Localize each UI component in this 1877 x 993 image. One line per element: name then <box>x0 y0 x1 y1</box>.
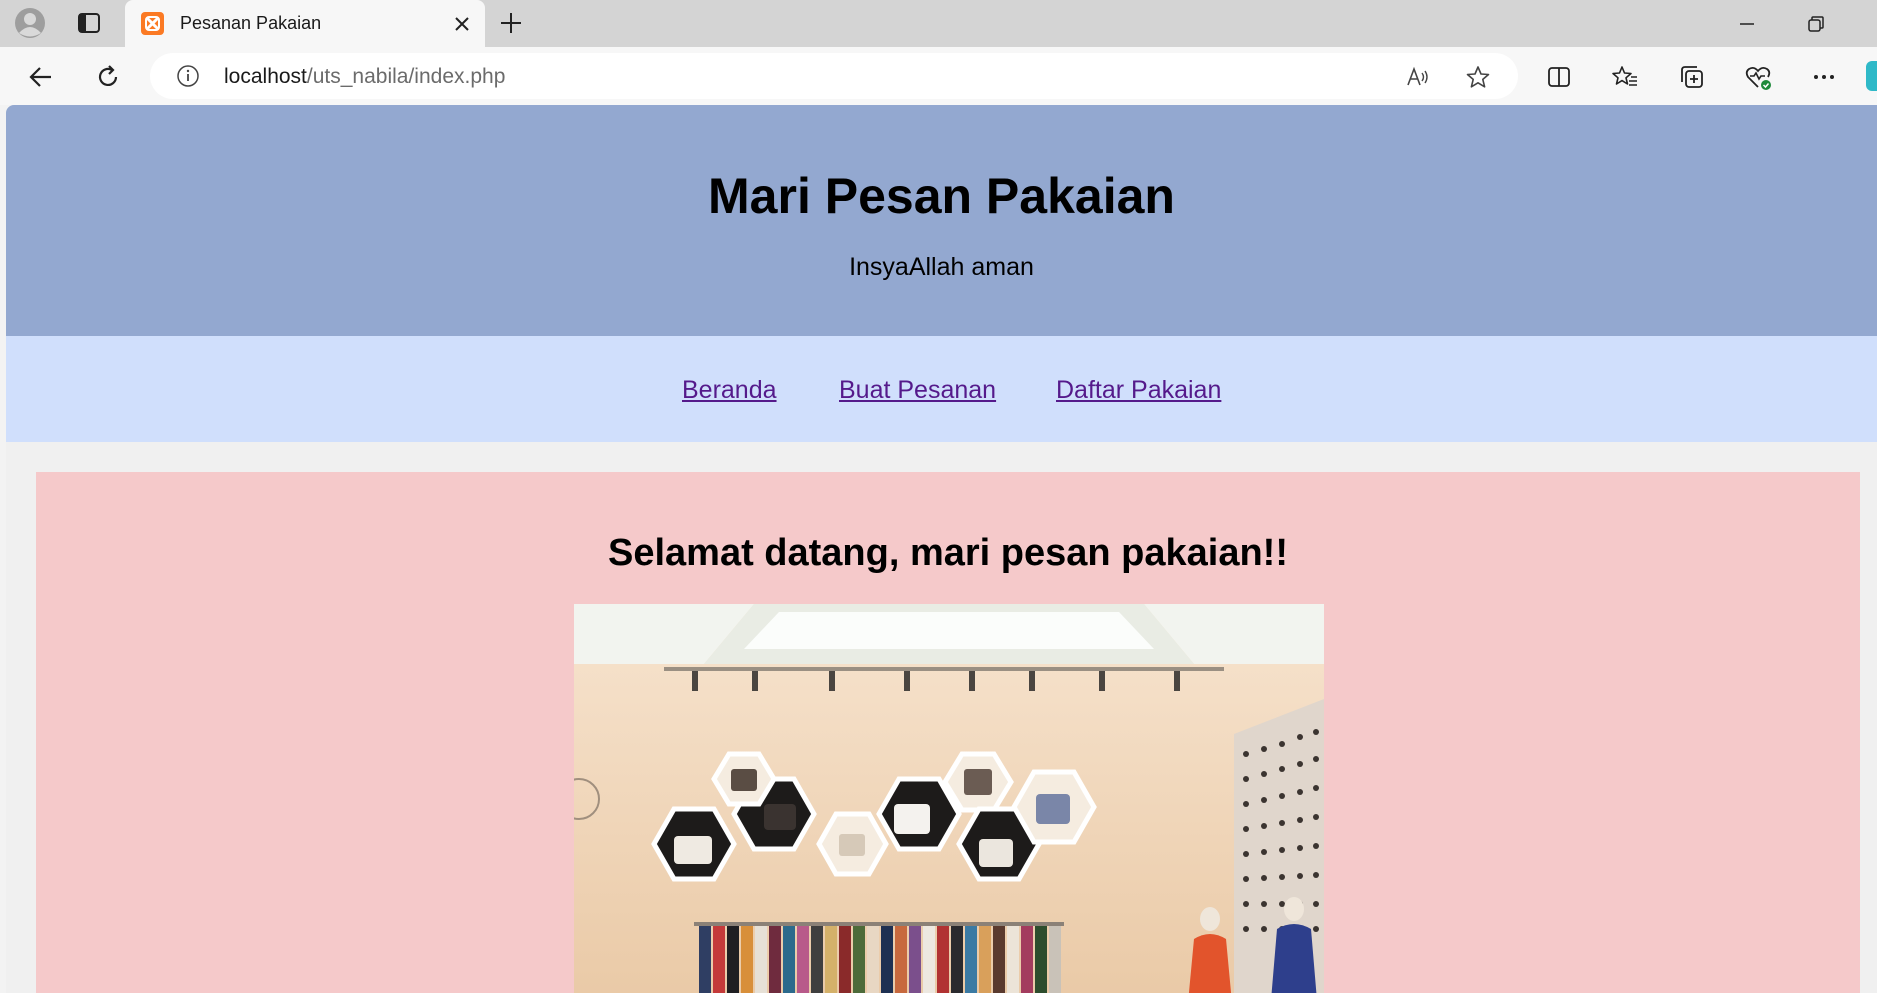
url-path: /uts_nabila/index.php <box>306 65 506 88</box>
favorite-icon[interactable] <box>1465 64 1491 90</box>
address-bar[interactable]: localhost/uts_nabila/index.php <box>150 53 1518 99</box>
profile-icon[interactable] <box>14 7 46 39</box>
page-viewport: Mari Pesan Pakaian InsyaAllah aman Beran… <box>6 105 1877 993</box>
read-aloud-icon[interactable] <box>1405 64 1431 90</box>
nav-link-daftar-pakaian[interactable]: Daftar Pakaian <box>1056 376 1221 405</box>
url-text: localhost/uts_nabila/index.php <box>224 65 505 89</box>
split-screen-icon[interactable] <box>1545 63 1573 91</box>
copilot-icon[interactable] <box>1866 61 1877 91</box>
close-icon[interactable] <box>451 13 473 35</box>
info-icon[interactable] <box>176 64 200 88</box>
store-photo <box>574 604 1324 993</box>
nav-link-buat-pesanan[interactable]: Buat Pesanan <box>839 376 996 405</box>
refresh-icon[interactable] <box>94 63 122 91</box>
more-icon[interactable] <box>1810 63 1838 91</box>
url-host: localhost <box>224 65 307 88</box>
browser-toolbar: localhost/uts_nabila/index.php <box>0 47 1877 105</box>
welcome-heading: Selamat datang, mari pesan pakaian!! <box>607 532 1288 574</box>
tab-title: Pesanan Pakaian <box>180 13 322 33</box>
browser-essentials-icon[interactable] <box>1744 63 1772 91</box>
main-content: Selamat datang, mari pesan pakaian!! <box>36 472 1860 993</box>
collections-icon[interactable] <box>1678 63 1706 91</box>
favorites-icon[interactable] <box>1611 63 1639 91</box>
back-icon[interactable] <box>27 63 55 91</box>
tab-actions-icon[interactable] <box>76 10 102 36</box>
site-header: Mari Pesan Pakaian InsyaAllah aman <box>6 105 1877 336</box>
minimize-icon[interactable] <box>1735 12 1759 36</box>
xampp-favicon <box>141 12 164 35</box>
active-tab[interactable]: Pesanan Pakaian <box>125 0 485 48</box>
site-nav: Beranda Buat Pesanan Daftar Pakaian <box>6 336 1877 442</box>
page-subtitle: InsyaAllah aman <box>849 253 1034 281</box>
restore-icon[interactable] <box>1804 12 1828 36</box>
nav-link-beranda[interactable]: Beranda <box>682 376 777 405</box>
tab-bar: Pesanan Pakaian <box>0 0 1877 48</box>
page-title: Mari Pesan Pakaian <box>708 168 1175 224</box>
plus-icon[interactable] <box>498 10 524 36</box>
